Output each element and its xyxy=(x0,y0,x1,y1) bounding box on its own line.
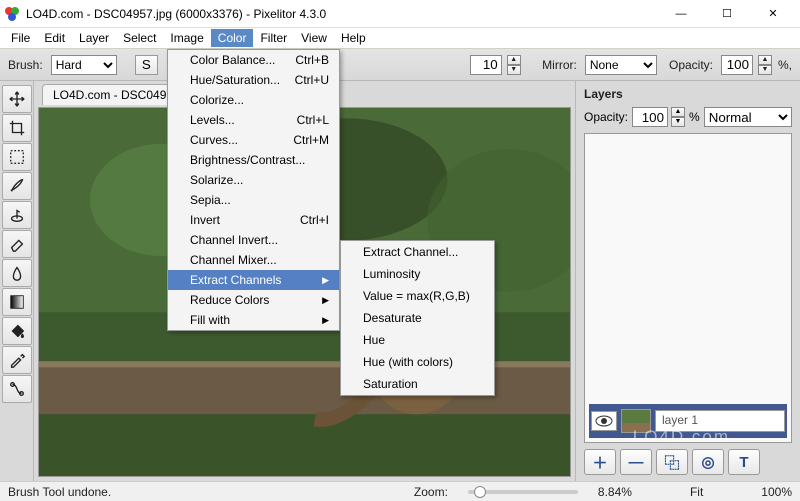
tool-move[interactable] xyxy=(2,85,32,113)
submenu-luminosity[interactable]: Luminosity xyxy=(341,263,494,285)
brush-label: Brush: xyxy=(8,58,43,72)
layer-opacity-label: Opacity: xyxy=(584,110,628,124)
tool-eraser[interactable] xyxy=(2,230,32,258)
opacity-suffix: %, xyxy=(778,58,792,72)
opacity-label: Opacity: xyxy=(669,58,713,72)
blend-mode-select[interactable]: Normal xyxy=(704,107,792,127)
tool-clone-stamp[interactable] xyxy=(2,201,32,229)
options-toolbar: Brush: Hard S ▲▼ Mirror: None Opacity: ▲… xyxy=(0,49,800,81)
tool-crop[interactable] xyxy=(2,114,32,142)
menu-brightness-contrast[interactable]: Brightness/Contrast... xyxy=(168,150,339,170)
opacity-spinner[interactable]: ▲▼ xyxy=(758,55,772,75)
color-menu-dropdown: Color Balance...Ctrl+B Hue/Saturation...… xyxy=(167,49,340,331)
size-spinner[interactable]: ▲▼ xyxy=(507,55,521,75)
settings-button[interactable]: S xyxy=(135,55,158,75)
menu-extract-channels[interactable]: Extract Channels▶ xyxy=(168,270,339,290)
app-icon xyxy=(4,6,20,22)
menu-color-balance[interactable]: Color Balance...Ctrl+B xyxy=(168,50,339,70)
tool-rect-select[interactable] xyxy=(2,143,32,171)
menu-sepia[interactable]: Sepia... xyxy=(168,190,339,210)
submenu-desaturate[interactable]: Desaturate xyxy=(341,307,494,329)
menu-hue-saturation[interactable]: Hue/Saturation...Ctrl+U xyxy=(168,70,339,90)
submenu-value-max-rgb[interactable]: Value = max(R,G,B) xyxy=(341,285,494,307)
mirror-select[interactable]: None xyxy=(585,55,657,75)
close-button[interactable]: ✕ xyxy=(750,0,796,28)
zoom-label: Zoom: xyxy=(414,485,448,499)
menu-layer[interactable]: Layer xyxy=(72,29,116,47)
submenu-saturation[interactable]: Saturation xyxy=(341,373,494,395)
menu-fill-with[interactable]: Fill with▶ xyxy=(168,310,339,330)
tool-gradient[interactable] xyxy=(2,288,32,316)
menu-reduce-colors[interactable]: Reduce Colors▶ xyxy=(168,290,339,310)
menu-image[interactable]: Image xyxy=(163,29,210,47)
zoom-slider[interactable] xyxy=(468,490,578,494)
minimize-button[interactable]: — xyxy=(658,0,704,28)
menu-bar: File Edit Layer Select Image Color Filte… xyxy=(0,28,800,49)
brush-select[interactable]: Hard xyxy=(51,55,117,75)
layers-list[interactable]: layer 1 xyxy=(584,133,792,443)
tool-eyedropper[interactable] xyxy=(2,346,32,374)
menu-channel-invert[interactable]: Channel Invert... xyxy=(168,230,339,250)
layer-opacity-spinner[interactable]: ▲▼ xyxy=(671,107,685,127)
menu-curves[interactable]: Curves...Ctrl+M xyxy=(168,130,339,150)
size-input[interactable] xyxy=(470,55,502,75)
duplicate-layer-button[interactable]: ⿻ xyxy=(656,449,688,475)
submenu-hue[interactable]: Hue xyxy=(341,329,494,351)
mirror-label: Mirror: xyxy=(542,58,577,72)
layer-buttons: ＋ — ⿻ ◎ T xyxy=(584,449,792,475)
text-layer-button[interactable]: T xyxy=(728,449,760,475)
status-bar: Brush Tool undone. Zoom: 8.84% Fit 100% xyxy=(0,481,800,501)
adjustment-layer-button[interactable]: ◎ xyxy=(692,449,724,475)
menu-edit[interactable]: Edit xyxy=(37,29,72,47)
menu-invert[interactable]: InvertCtrl+I xyxy=(168,210,339,230)
menu-channel-mixer[interactable]: Channel Mixer... xyxy=(168,250,339,270)
submenu-hue-colors[interactable]: Hue (with colors) xyxy=(341,351,494,373)
tool-smudge[interactable] xyxy=(2,259,32,287)
add-layer-button[interactable]: ＋ xyxy=(584,449,616,475)
delete-layer-button[interactable]: — xyxy=(620,449,652,475)
menu-levels[interactable]: Levels...Ctrl+L xyxy=(168,110,339,130)
opacity-input[interactable] xyxy=(721,55,753,75)
tool-brush[interactable] xyxy=(2,172,32,200)
tool-bucket[interactable] xyxy=(2,317,32,345)
zoom-fit[interactable]: Fit xyxy=(690,485,703,499)
visibility-icon[interactable] xyxy=(591,411,617,431)
status-message: Brush Tool undone. xyxy=(8,485,400,499)
menu-color[interactable]: Color xyxy=(211,29,254,47)
menu-colorize[interactable]: Colorize... xyxy=(168,90,339,110)
zoom-percent: 8.84% xyxy=(598,485,632,499)
window-title: LO4D.com - DSC04957.jpg (6000x3376) - Pi… xyxy=(26,7,658,21)
menu-filter[interactable]: Filter xyxy=(253,29,294,47)
maximize-button[interactable]: ☐ xyxy=(704,0,750,28)
menu-view[interactable]: View xyxy=(294,29,334,47)
extract-channels-submenu: Extract Channel... Luminosity Value = ma… xyxy=(340,240,495,396)
submenu-extract-channel[interactable]: Extract Channel... xyxy=(341,241,494,263)
layer-opacity-input[interactable] xyxy=(632,107,668,127)
menu-file[interactable]: File xyxy=(4,29,37,47)
menu-help[interactable]: Help xyxy=(334,29,373,47)
layers-panel: Layers Opacity: ▲▼ % Normal layer 1 ＋ — … xyxy=(575,81,800,481)
tool-pen[interactable] xyxy=(2,375,32,403)
layers-header: Layers xyxy=(584,87,792,101)
zoom-100[interactable]: 100% xyxy=(761,485,792,499)
watermark: LO4D.com xyxy=(633,427,730,447)
title-bar: LO4D.com - DSC04957.jpg (6000x3376) - Pi… xyxy=(0,0,800,28)
layer-opacity-pct: % xyxy=(689,110,700,124)
tab-label: LO4D.com - DSC0495 xyxy=(53,88,173,102)
menu-solarize[interactable]: Solarize... xyxy=(168,170,339,190)
menu-select[interactable]: Select xyxy=(116,29,163,47)
tool-strip xyxy=(0,81,34,481)
